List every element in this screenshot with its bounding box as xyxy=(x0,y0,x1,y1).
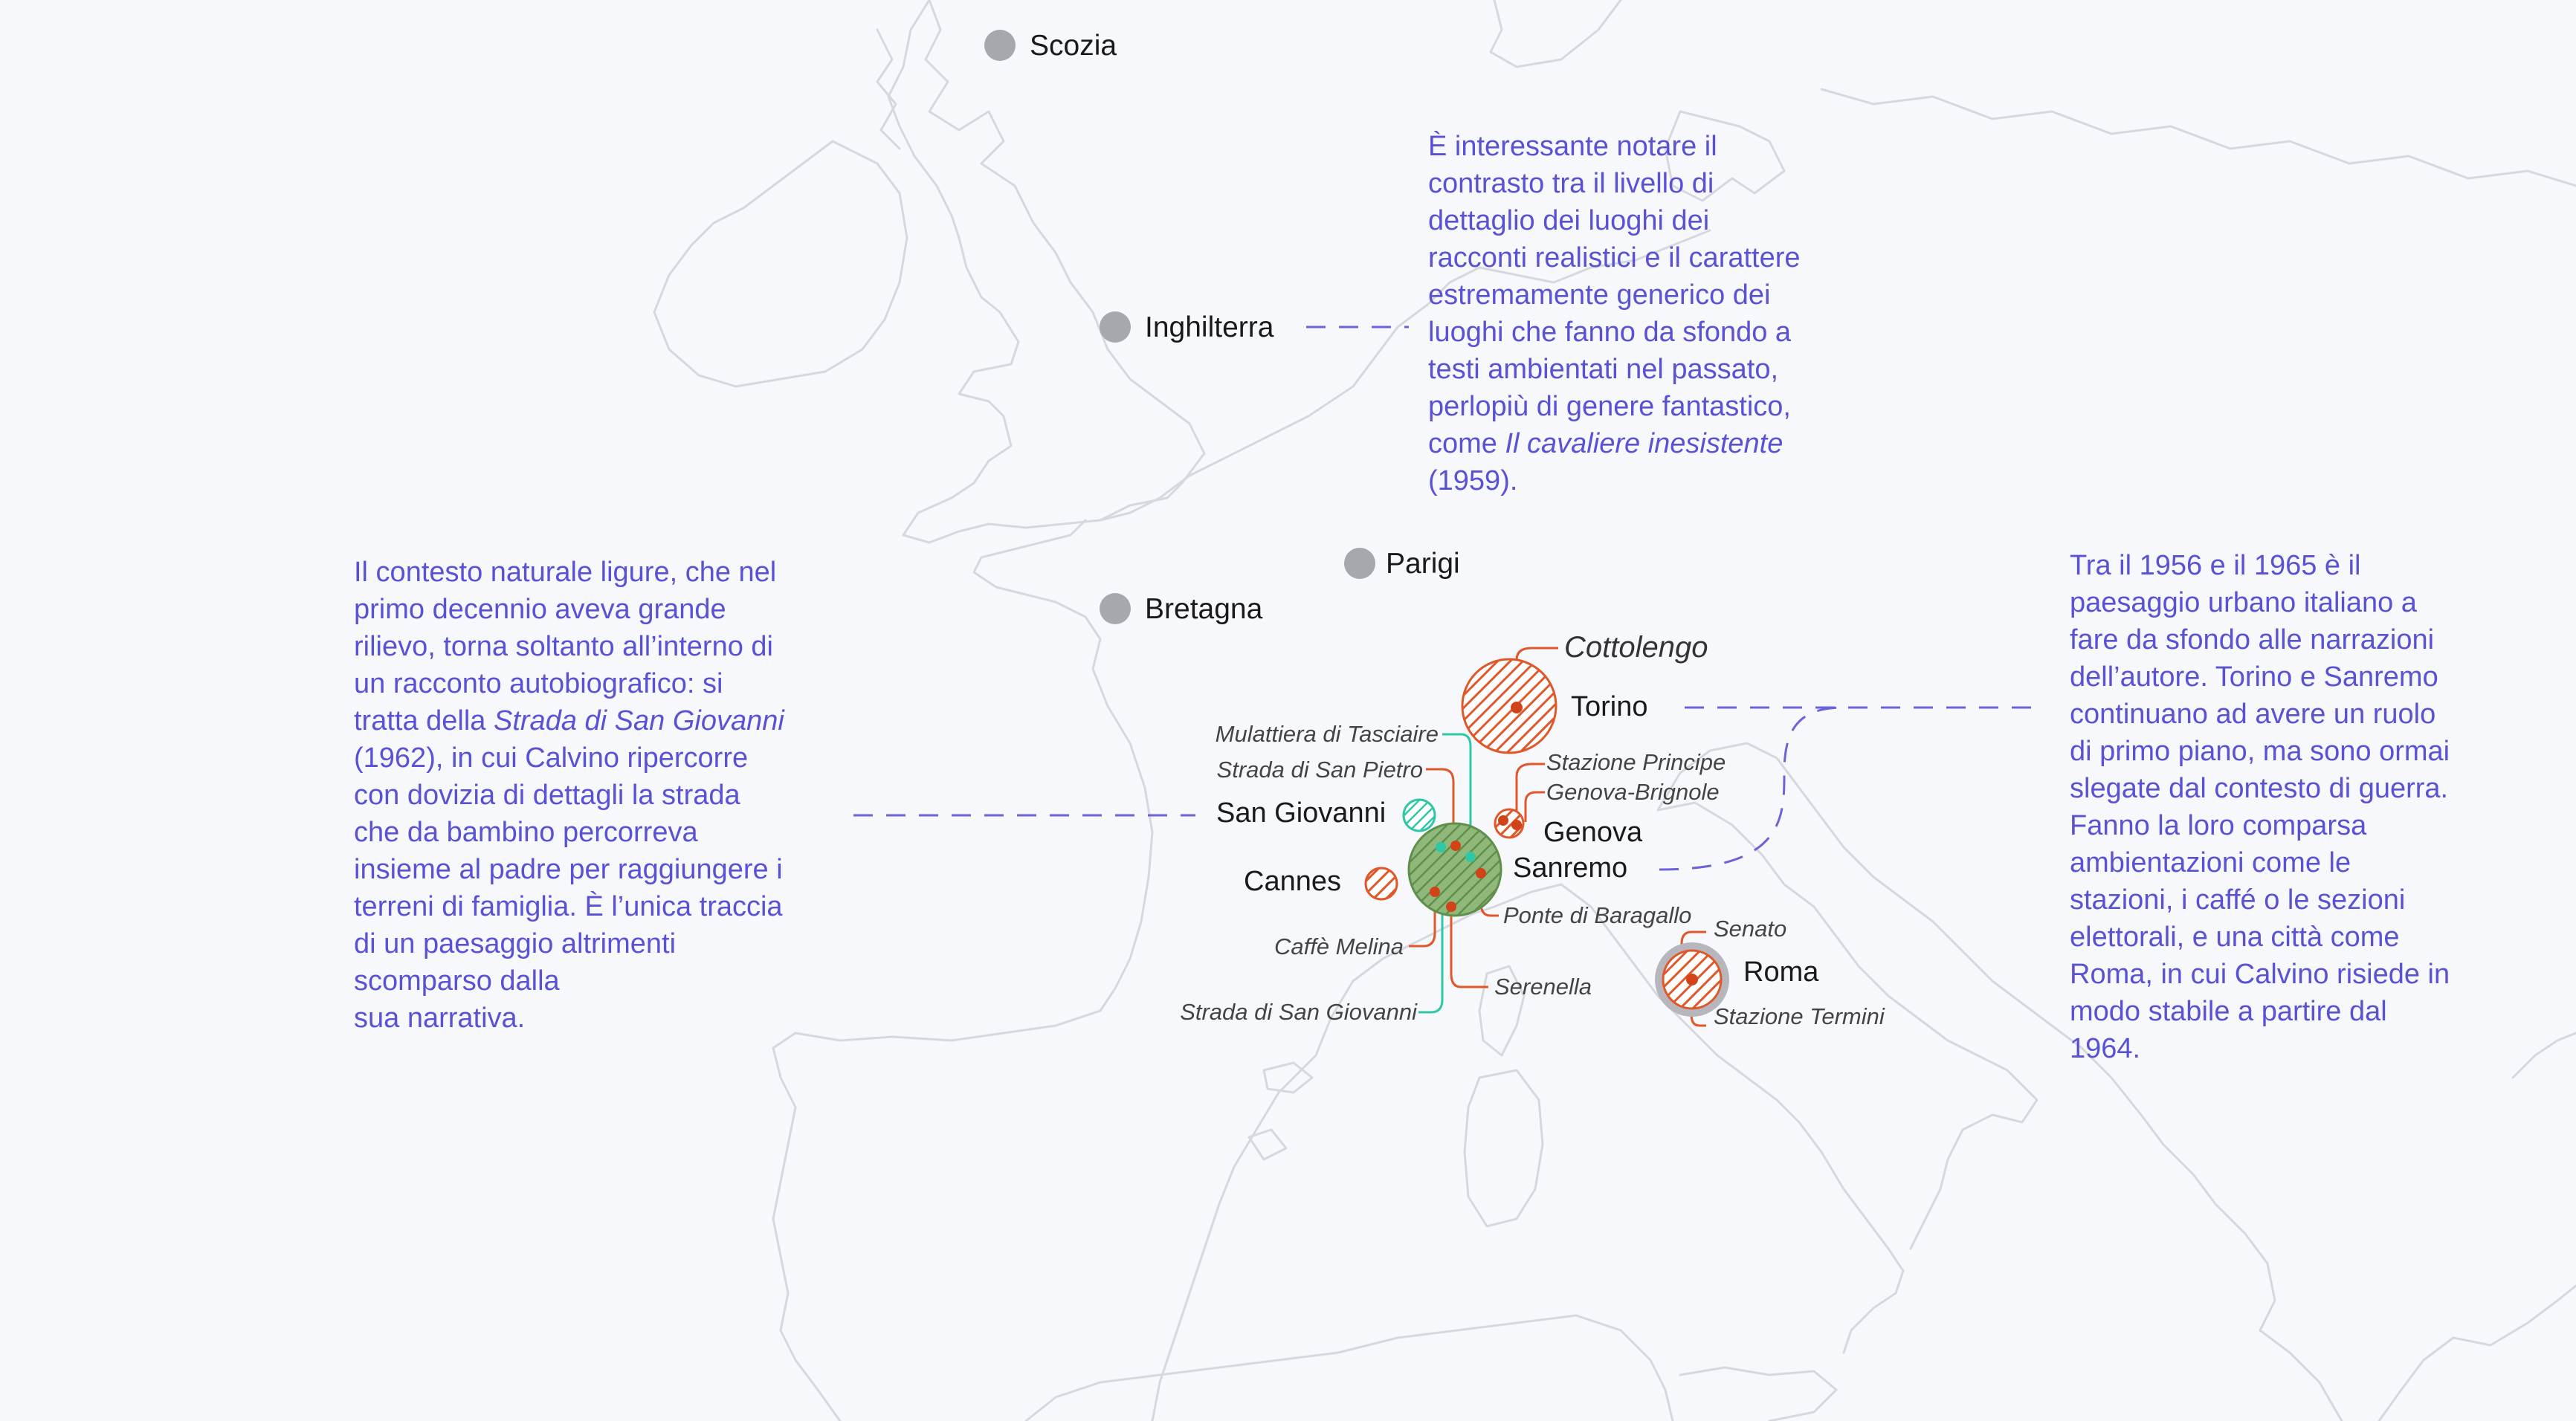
leader-genova-brignole xyxy=(1524,791,1545,822)
genova-dot-2 xyxy=(1511,820,1522,830)
coast-scotland-west xyxy=(876,28,901,150)
label-cottolengo: Cottolengo xyxy=(1564,631,1708,664)
label-strada-san-giovanni: Strada di San Giovanni xyxy=(1180,999,1418,1025)
marker-inghilterra xyxy=(1100,311,1131,343)
coast-balkans xyxy=(2080,1046,2343,1421)
sanremo-dot-orange-4 xyxy=(1446,902,1456,912)
coast-france-north xyxy=(1099,385,1355,522)
marker-cannes xyxy=(1364,867,1398,901)
coast-baltic xyxy=(1820,88,2576,187)
note-left-title: Strada di San Giovanni xyxy=(494,705,784,737)
sanremo-dot-teal-1 xyxy=(1436,842,1446,852)
note-top-title: Il cavaliere inesistente xyxy=(1505,428,1783,459)
label-mulattiera: Mulattiera di Tasciaire xyxy=(1216,721,1439,747)
coast-north-africa xyxy=(1024,1314,1674,1421)
label-genova-brignole: Genova-Brignole xyxy=(1546,779,1720,805)
marker-torino xyxy=(1461,658,1557,754)
sanremo-dot-orange-2 xyxy=(1476,868,1486,878)
coast-sardinia xyxy=(1463,1069,1544,1228)
label-cannes: Cannes xyxy=(1244,866,1341,897)
coast-sicily xyxy=(1679,1366,1838,1421)
label-caffe-melina: Caffè Melina xyxy=(1274,933,1404,959)
note-top-text-1: È interessante notare il contrasto tra i… xyxy=(1428,131,1801,459)
note-right: Tra il 1956 e il 1965 è il paesaggio urb… xyxy=(2070,550,2450,1064)
coast-scandinavia xyxy=(1489,0,1622,68)
sanremo-dot-orange-1 xyxy=(1450,841,1461,851)
marker-parigi xyxy=(1344,548,1375,579)
note-top-text-2: (1959). xyxy=(1428,465,1518,496)
sanremo-dot-orange-3 xyxy=(1430,887,1440,897)
label-stazione-principe: Stazione Principe xyxy=(1546,749,1726,775)
label-serenella: Serenella xyxy=(1494,974,1592,1000)
marker-san-giovanni xyxy=(1402,798,1436,832)
label-genova: Genova xyxy=(1543,817,1643,848)
roma-place-dot xyxy=(1686,974,1698,985)
country-labels: Scozia Inghilterra Bretagna Parigi xyxy=(1030,30,1460,625)
label-scozia: Scozia xyxy=(1030,30,1117,62)
coast-ireland xyxy=(653,140,908,388)
torino-place-dot xyxy=(1511,702,1523,713)
label-strada-san-pietro: Strada di San Pietro xyxy=(1217,757,1423,783)
marker-scozia xyxy=(984,30,1016,61)
leader-stazione-principe xyxy=(1515,763,1545,818)
label-roma: Roma xyxy=(1743,956,1819,988)
label-san-giovanni: San Giovanni xyxy=(1216,797,1386,829)
note-left-text-2: (1962), in cui Calvino ripercorre con do… xyxy=(354,742,783,1034)
note-top: È interessante notare il contrasto tra i… xyxy=(1428,128,1904,499)
coast-france-west xyxy=(1091,667,1154,1012)
leader-serenella xyxy=(1450,907,1488,988)
marker-sanremo xyxy=(1407,822,1502,917)
sanremo-dot-teal-2 xyxy=(1465,852,1476,862)
label-senato: Senato xyxy=(1714,916,1786,942)
map-stage: Scozia Inghilterra Bretagna Parigi Torin… xyxy=(0,0,2576,1421)
note-left: Il contesto naturale ligure, che nel pri… xyxy=(354,554,874,1037)
label-stazione-termini: Stazione Termini xyxy=(1714,1003,1885,1029)
coast-great-britain xyxy=(887,0,1206,544)
marker-bretagna xyxy=(1100,593,1131,624)
label-ponte-baragallo: Ponte di Baragallo xyxy=(1503,902,1691,928)
label-parigi: Parigi xyxy=(1386,548,1460,580)
coast-mallorca xyxy=(1247,1128,1288,1161)
genova-dot-1 xyxy=(1498,815,1508,826)
label-sanremo: Sanremo xyxy=(1513,852,1627,884)
label-bretagna: Bretagna xyxy=(1145,593,1263,625)
coast-brittany xyxy=(972,519,1102,670)
coast-greece xyxy=(2378,1284,2576,1421)
coast-iberia xyxy=(772,1009,1102,1421)
label-inghilterra: Inghilterra xyxy=(1145,311,1274,343)
label-torino: Torino xyxy=(1571,691,1648,722)
